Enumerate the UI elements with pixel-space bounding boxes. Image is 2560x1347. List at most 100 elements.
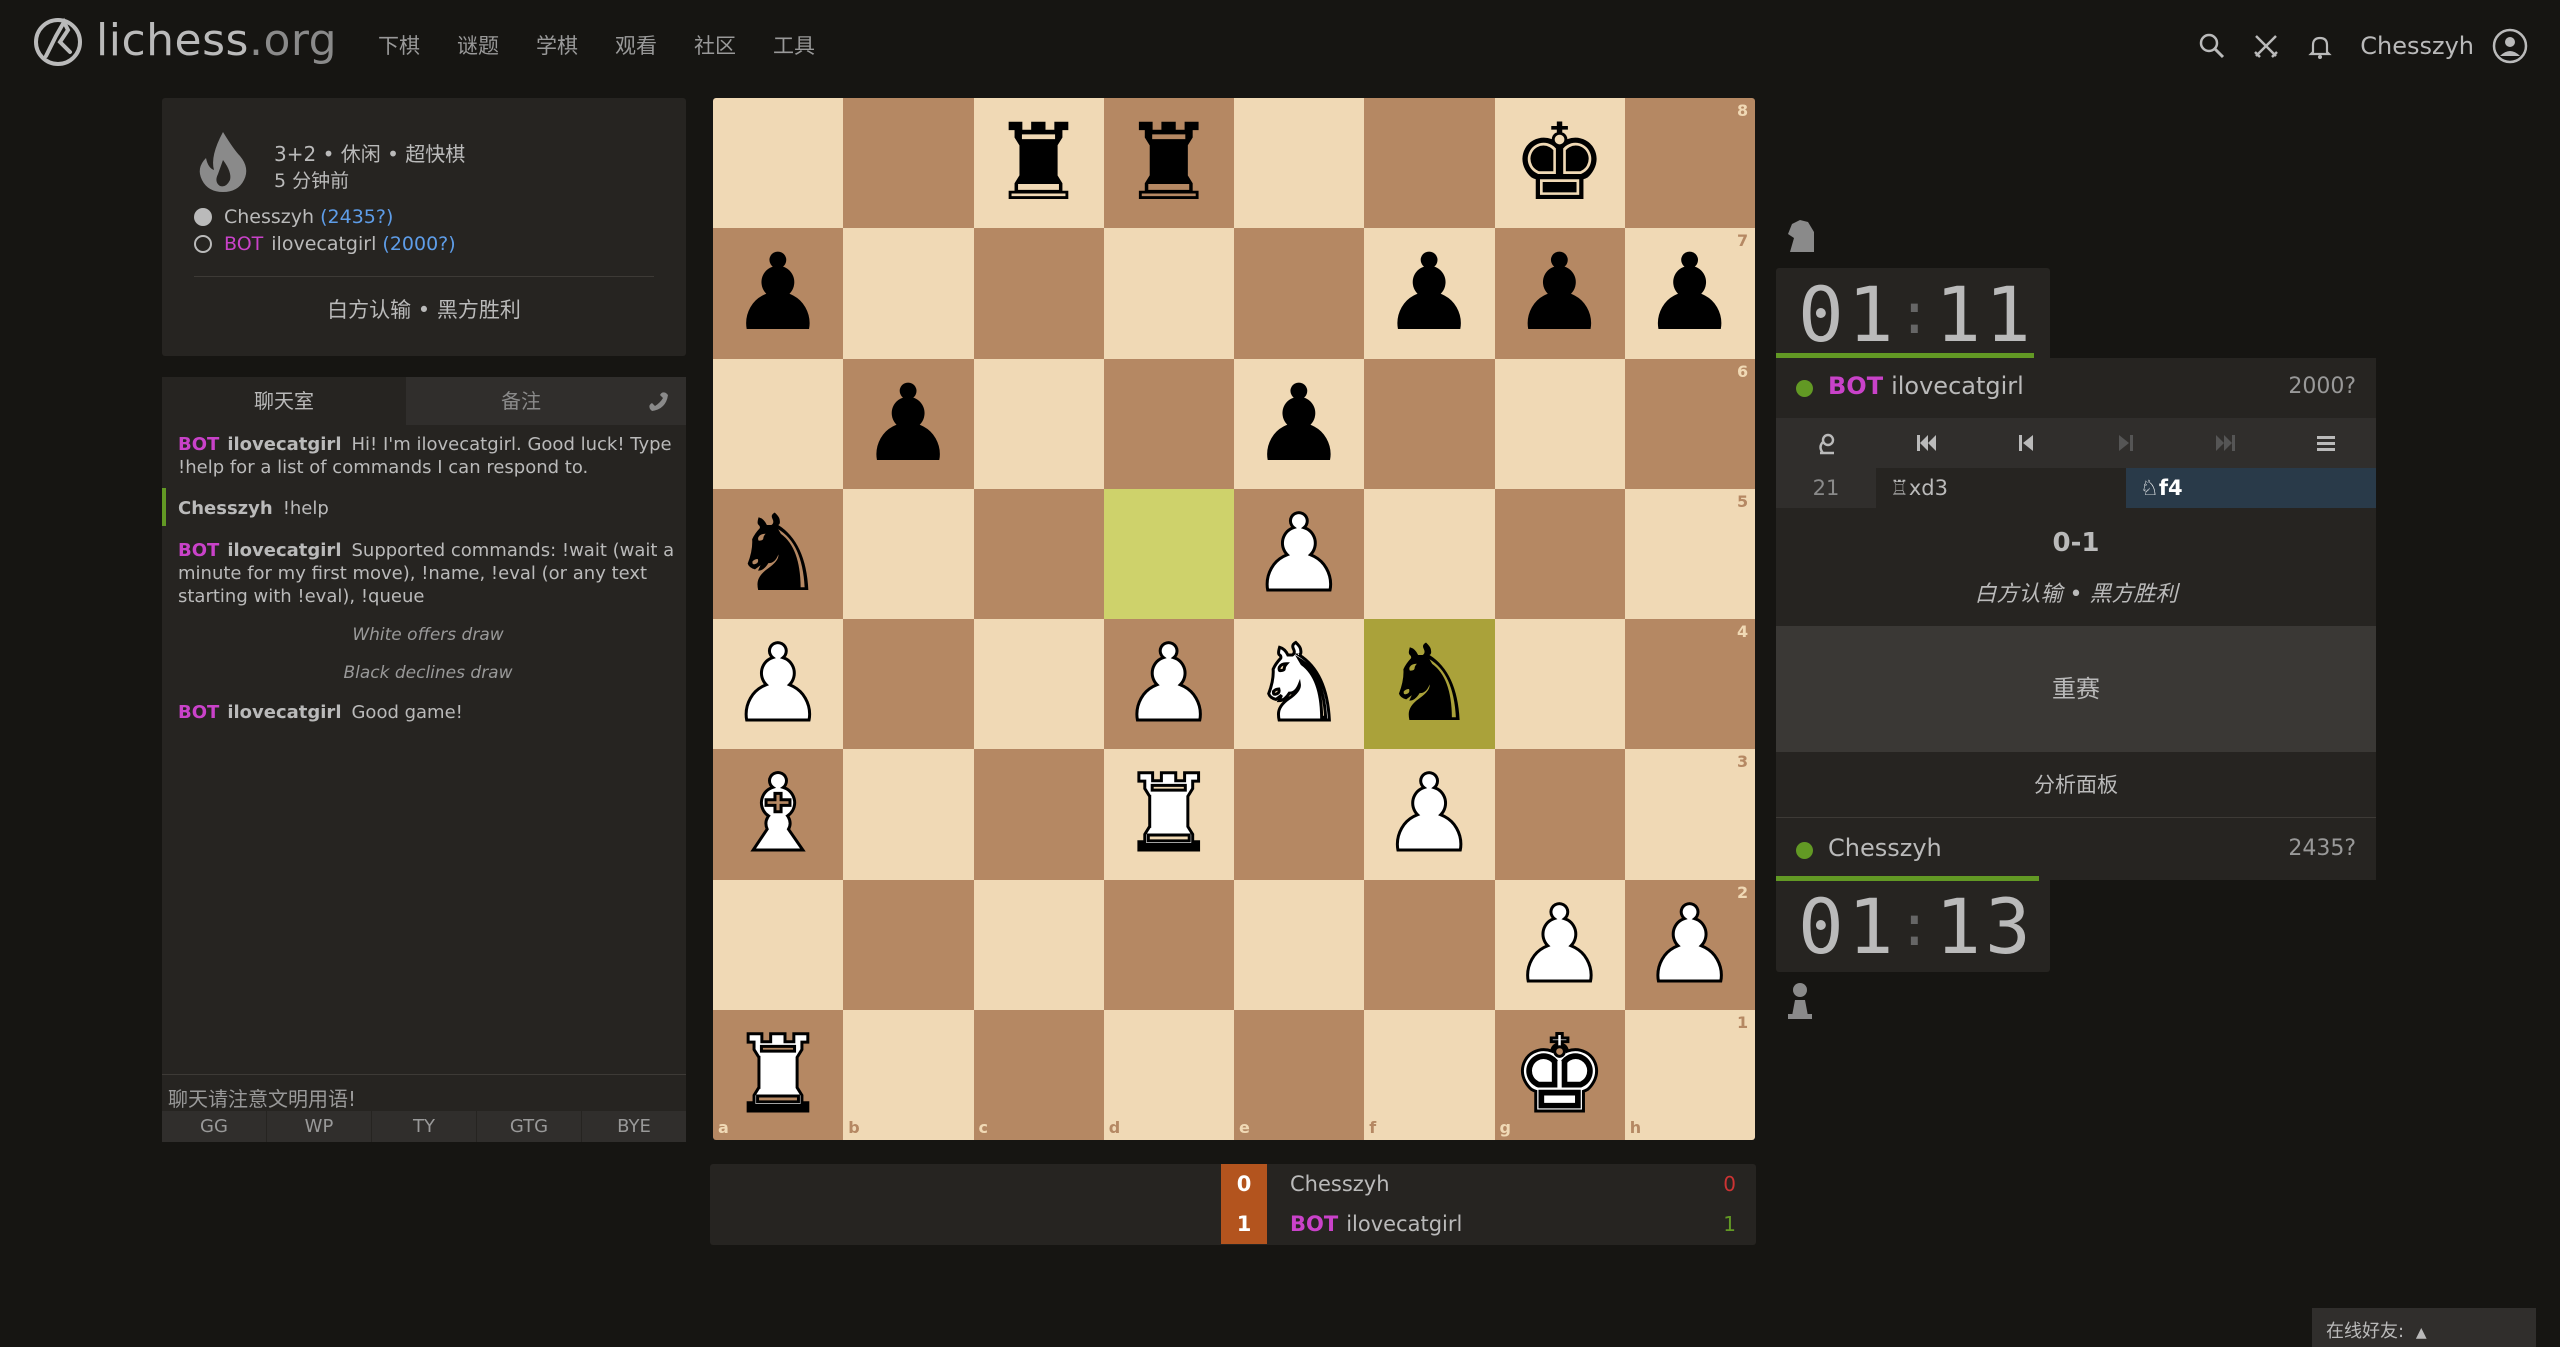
square-a6[interactable] <box>713 358 844 489</box>
square-b4[interactable] <box>843 619 974 750</box>
nav-tools[interactable]: 工具 <box>773 30 815 60</box>
square-h4[interactable] <box>1624 619 1755 750</box>
black-piece-g7[interactable]: ♟ <box>1495 228 1625 358</box>
username-link[interactable]: Chesszyh <box>2360 32 2474 60</box>
white-piece-e4[interactable]: ♞ <box>1234 619 1364 749</box>
black-piece-f7[interactable]: ♟ <box>1364 228 1494 358</box>
square-b1[interactable] <box>843 1009 974 1140</box>
black-piece-e6[interactable]: ♟ <box>1234 359 1364 489</box>
white-piece-d3[interactable]: ♜ <box>1104 749 1234 879</box>
first-move-icon[interactable] <box>1876 418 1976 468</box>
white-piece-a3[interactable]: ♝ <box>713 749 843 879</box>
white-piece-a1[interactable]: ♜ <box>713 1010 843 1140</box>
score-player-name[interactable]: ilovecatgirl <box>1346 1212 1462 1236</box>
white-piece-d4[interactable]: ♟ <box>1104 619 1234 749</box>
black-piece-d8[interactable]: ♜ <box>1104 98 1234 228</box>
square-f2[interactable] <box>1364 879 1495 1010</box>
square-d6[interactable] <box>1103 358 1234 489</box>
square-b8[interactable] <box>843 98 974 229</box>
square-c5[interactable] <box>973 488 1104 619</box>
tab-chat-room[interactable]: 聊天室 <box>162 377 406 425</box>
site-logo[interactable]: lichess.org <box>30 12 337 68</box>
square-f8[interactable] <box>1364 98 1495 229</box>
square-b2[interactable] <box>843 879 974 1010</box>
square-d2[interactable] <box>1103 879 1234 1010</box>
square-g6[interactable] <box>1494 358 1625 489</box>
square-a8[interactable] <box>713 98 844 229</box>
white-piece-g2[interactable]: ♟ <box>1495 880 1625 1010</box>
phone-toggle-icon[interactable] <box>644 387 672 419</box>
square-f6[interactable] <box>1364 358 1495 489</box>
opponent-name[interactable]: BOT ilovecatgirl <box>1828 372 2024 400</box>
square-g4[interactable] <box>1494 619 1625 750</box>
black-piece-g8[interactable]: ♚ <box>1495 98 1625 228</box>
square-h8[interactable] <box>1624 98 1755 229</box>
square-e3[interactable] <box>1234 749 1365 880</box>
chess-board[interactable]: 8 7 6 5 4 3 2 a b c d e f g 1 h ♜ ♜ ♚ ♟ ♟ ♟ ♟ ♟ ♟ ♞ ♟ ♟ ♟ ♞ ♞ ♝ ♜ ♟ ♟ ♟ ♜ ♚ <box>713 98 1755 1140</box>
square-c4[interactable] <box>973 619 1104 750</box>
square-g5[interactable] <box>1494 488 1625 619</box>
challenge-swords-icon[interactable] <box>2244 24 2288 68</box>
chat-input[interactable]: 聊天请注意文明用语! <box>162 1074 686 1114</box>
analysis-board-button[interactable]: 分析面板 <box>1776 752 2376 818</box>
next-move-icon[interactable] <box>2076 418 2176 468</box>
square-b5[interactable] <box>843 488 974 619</box>
black-piece-h7[interactable]: ♟ <box>1625 228 1755 358</box>
white-piece-e5[interactable]: ♟ <box>1234 489 1364 619</box>
nav-watch[interactable]: 观看 <box>615 30 657 60</box>
preset-gtg[interactable]: GTG <box>476 1111 581 1142</box>
search-icon[interactable] <box>2190 24 2234 68</box>
black-piece-f4[interactable]: ♞ <box>1364 619 1494 749</box>
white-piece-a4[interactable]: ♟ <box>713 619 843 749</box>
preset-gg[interactable]: GG <box>162 1111 266 1142</box>
square-b7[interactable] <box>843 228 974 359</box>
white-piece-h2[interactable]: ♟ <box>1625 880 1755 1010</box>
square-c3[interactable] <box>973 749 1104 880</box>
chat-author[interactable]: ilovecatgirl <box>227 540 341 561</box>
chat-author[interactable]: Chesszyh <box>178 498 273 519</box>
score-player-name[interactable]: Chesszyh <box>1290 1172 1390 1196</box>
prev-move-icon[interactable] <box>1976 418 2076 468</box>
square-b3[interactable] <box>843 749 974 880</box>
tab-notes[interactable]: 备注 <box>406 377 636 425</box>
square-g3[interactable] <box>1494 749 1625 880</box>
square-e7[interactable] <box>1234 228 1365 359</box>
white-piece-f3[interactable]: ♟ <box>1364 749 1494 879</box>
last-move-icon[interactable] <box>2176 418 2276 468</box>
square-e1[interactable] <box>1234 1009 1365 1140</box>
rematch-button[interactable]: 重赛 <box>1776 626 2376 752</box>
square-h3[interactable] <box>1624 749 1755 880</box>
square-c6[interactable] <box>973 358 1104 489</box>
square-e2[interactable] <box>1234 879 1365 1010</box>
move-white[interactable]: ♖xd3 <box>1876 468 2126 508</box>
square-h5[interactable] <box>1624 488 1755 619</box>
square-c1[interactable] <box>973 1009 1104 1140</box>
square-h6[interactable] <box>1624 358 1755 489</box>
square-c2[interactable] <box>973 879 1104 1010</box>
opponent-username[interactable]: ilovecatgirl <box>1891 372 2024 400</box>
black-piece-c8[interactable]: ♜ <box>974 98 1104 228</box>
nav-play[interactable]: 下棋 <box>378 30 420 60</box>
square-f5[interactable] <box>1364 488 1495 619</box>
analysis-microscope-icon[interactable] <box>1776 418 1876 468</box>
square-f1[interactable] <box>1364 1009 1495 1140</box>
notification-bell-icon[interactable] <box>2298 24 2342 68</box>
menu-icon[interactable] <box>2276 418 2376 468</box>
square-d1[interactable] <box>1103 1009 1234 1140</box>
square-d5[interactable] <box>1103 488 1234 619</box>
preset-ty[interactable]: TY <box>371 1111 476 1142</box>
black-player-name[interactable]: ilovecatgirl <box>271 233 376 255</box>
nav-learn[interactable]: 学棋 <box>536 30 578 60</box>
black-piece-a5[interactable]: ♞ <box>713 489 843 619</box>
black-piece-a7[interactable]: ♟ <box>713 228 843 358</box>
black-piece-b6[interactable]: ♟ <box>843 359 973 489</box>
online-friends-toggle[interactable]: 在线好友: ▲ <box>2312 1308 2536 1347</box>
preset-bye[interactable]: BYE <box>581 1111 686 1142</box>
square-d7[interactable] <box>1103 228 1234 359</box>
square-a2[interactable] <box>713 879 844 1010</box>
white-player-name[interactable]: Chesszyh <box>224 206 314 228</box>
preset-wp[interactable]: WP <box>266 1111 371 1142</box>
white-piece-g1[interactable]: ♚ <box>1495 1010 1625 1140</box>
square-c7[interactable] <box>973 228 1104 359</box>
player-name[interactable]: Chesszyh <box>1828 834 1942 862</box>
